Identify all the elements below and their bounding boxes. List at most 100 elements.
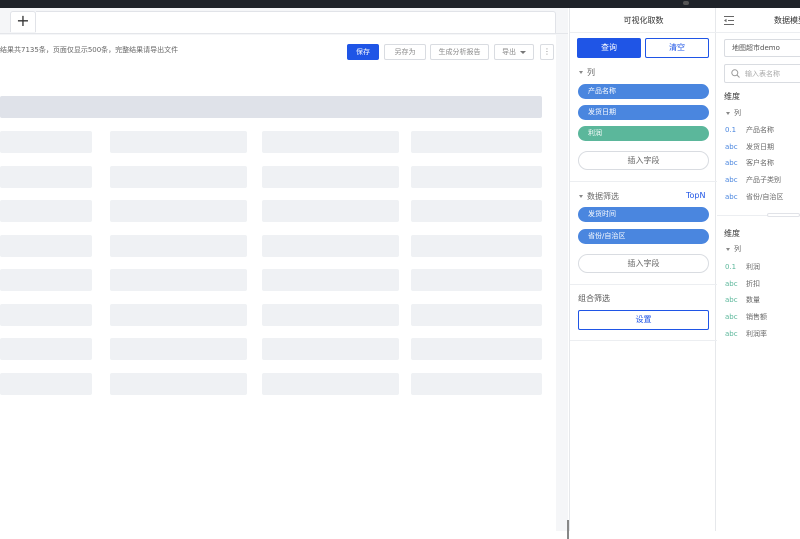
combo-filter-label: 组合筛选 [578, 294, 610, 303]
divider [570, 340, 717, 341]
field-item[interactable]: 0.1 利润 [725, 262, 760, 272]
table-cell-placeholder [0, 200, 92, 222]
topn-link[interactable]: TopN [686, 191, 705, 200]
save-as-button[interactable]: 另存为 [384, 44, 426, 60]
table-cell-placeholder [411, 165, 542, 188]
table-cell-placeholder [110, 303, 247, 326]
resize-handle[interactable] [767, 213, 800, 217]
measures-columns-header[interactable]: 列 [726, 244, 741, 254]
divider [717, 32, 800, 33]
table-header-placeholder [0, 96, 542, 118]
field-item[interactable]: abc 数量 [725, 295, 760, 305]
divider [570, 284, 717, 285]
filter-section-header[interactable]: 数据筛选 [579, 191, 619, 202]
filter-pill-province[interactable]: 省份/自治区 [578, 229, 709, 244]
field-item[interactable]: abc 发货日期 [725, 142, 774, 152]
field-name: 发货日期 [746, 142, 774, 151]
table-cell-placeholder [110, 269, 247, 291]
table-search-input[interactable] [745, 67, 800, 80]
save-button[interactable]: 保存 [347, 44, 379, 60]
field-type-badge: abc [725, 176, 738, 185]
table-search[interactable] [724, 64, 800, 83]
field-type-badge: abc [725, 192, 738, 201]
field-item[interactable]: abc 省份/自治区 [725, 192, 783, 202]
measures-title: 维度 [724, 229, 740, 238]
column-pill-ship-date[interactable]: 发货日期 [578, 105, 709, 120]
table-cell-placeholder [0, 234, 92, 257]
field-item[interactable]: abc 产品子类别 [725, 175, 781, 185]
table-cell-placeholder [0, 269, 92, 291]
columns-section-label: 列 [587, 68, 595, 77]
table-cell-placeholder [110, 131, 247, 153]
caret-down-icon [726, 111, 730, 115]
filter-pill-ship-time[interactable]: 发货时间 [578, 207, 709, 222]
dimensions-columns-header[interactable]: 列 [726, 108, 741, 118]
table-cell-placeholder [262, 338, 399, 360]
result-card: 结果共7135条，页面仅显示500条，完整结果请导出文件 保存 另存为 生成分析… [0, 35, 556, 531]
table-cell-placeholder [110, 200, 247, 222]
dimensions-title: 维度 [724, 92, 740, 101]
table-cell-placeholder [262, 165, 399, 188]
column-pill-profit[interactable]: 利润 [578, 126, 709, 141]
field-name: 折扣 [746, 279, 760, 288]
field-type-badge: abc [725, 296, 738, 305]
field-type-badge: 0.1 [725, 263, 737, 271]
add-tab-button[interactable]: + [10, 11, 36, 32]
export-label: 导出 [502, 48, 516, 56]
generate-report-button[interactable]: 生成分析报告 [430, 44, 489, 60]
field-type-badge: abc [725, 313, 738, 322]
field-name: 销售额 [746, 313, 767, 322]
query-button[interactable]: 查询 [577, 38, 641, 58]
field-type-badge: abc [725, 142, 738, 151]
measures-columns-label: 列 [734, 245, 741, 253]
table-cell-placeholder [411, 131, 542, 153]
table-cell-placeholder [110, 234, 247, 257]
tab-bar: + [0, 8, 568, 34]
field-item[interactable]: abc 利润率 [725, 329, 767, 339]
dataset-select[interactable]: 地图超市demo [724, 39, 800, 57]
field-item[interactable]: abc 折扣 [725, 279, 760, 289]
table-cell-placeholder [411, 372, 542, 395]
active-tab[interactable] [36, 11, 556, 33]
collapse-panel-icon[interactable] [724, 16, 734, 25]
field-type-badge: abc [725, 329, 738, 338]
columns-section-header[interactable]: 列 [579, 67, 595, 78]
window-top-bar [0, 0, 800, 8]
dimensions-columns-label: 列 [734, 109, 741, 117]
result-preview-area: + 结果共7135条，页面仅显示500条，完整结果请导出文件 保存 另存为 生成… [0, 8, 569, 539]
field-name: 数量 [746, 296, 760, 305]
field-type-badge: 0.1 [725, 126, 737, 134]
table-cell-placeholder [0, 303, 92, 326]
table-cell-placeholder [411, 303, 542, 326]
field-name: 省份/自治区 [746, 192, 784, 201]
panel-title: 可视化取数 [623, 16, 664, 25]
insert-filter-field-button[interactable]: 插入字段 [578, 254, 709, 273]
result-notice: 结果共7135条，页面仅显示500条，完整结果请导出文件 [0, 46, 179, 54]
field-name: 客户名称 [746, 159, 774, 168]
field-type-badge: abc [725, 159, 738, 168]
data-model-panel: 数据模型 地图超市demo 维度 列 0.1 产品名称 abc 发货日期 abc 客户名称… [717, 8, 800, 531]
more-options-button[interactable]: ⋮ [540, 44, 554, 60]
settings-button[interactable]: 设置 [578, 310, 709, 330]
table-cell-placeholder [262, 200, 399, 222]
table-cell-placeholder [262, 269, 399, 291]
field-item[interactable]: 0.1 产品名称 [725, 125, 774, 135]
field-item[interactable]: abc 销售额 [725, 312, 767, 322]
table-cell-placeholder [0, 338, 92, 360]
divider [570, 181, 717, 182]
clear-button[interactable]: 清空 [645, 38, 709, 58]
divider [570, 32, 717, 33]
table-cell-placeholder [110, 165, 247, 188]
insert-field-button[interactable]: 插入字段 [578, 151, 709, 170]
field-name: 产品名称 [746, 126, 774, 134]
field-item[interactable]: abc 客户名称 [725, 158, 774, 168]
filter-section-label: 数据筛选 [587, 192, 619, 201]
top-bar-indicator [683, 1, 689, 5]
field-name: 利润率 [746, 329, 767, 338]
caret-down-icon [579, 195, 583, 198]
table-cell-placeholder [0, 131, 92, 153]
column-pill-product-name[interactable]: 产品名称 [578, 84, 709, 99]
caret-down-icon [579, 71, 583, 74]
table-cell-placeholder [411, 269, 542, 291]
export-button[interactable]: 导出 [494, 44, 534, 60]
